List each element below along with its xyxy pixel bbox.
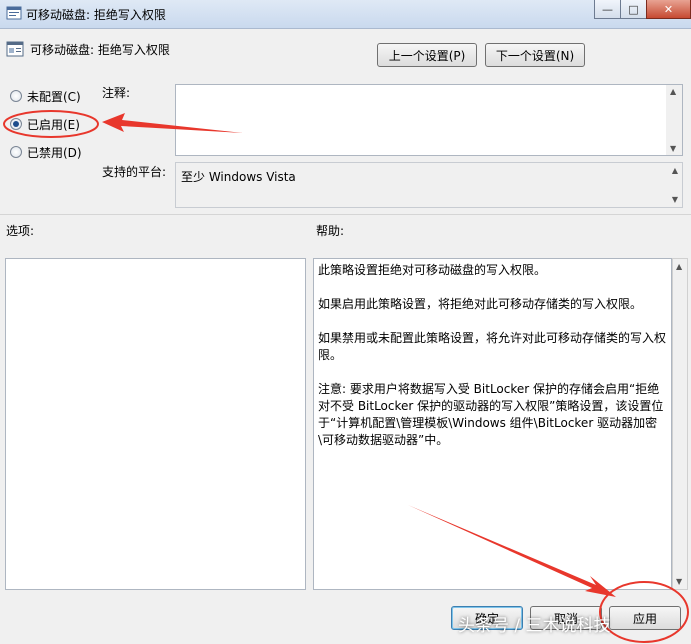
highlight-apply-ellipse — [599, 581, 689, 643]
annotation-arrow-left — [102, 113, 243, 133]
annotation-overlay — [3, 110, 689, 643]
annotation-arrow-apply — [408, 505, 616, 597]
highlight-enabled-ellipse — [3, 110, 99, 138]
watermark: 头条号 / 三木说科技 — [458, 616, 611, 636]
